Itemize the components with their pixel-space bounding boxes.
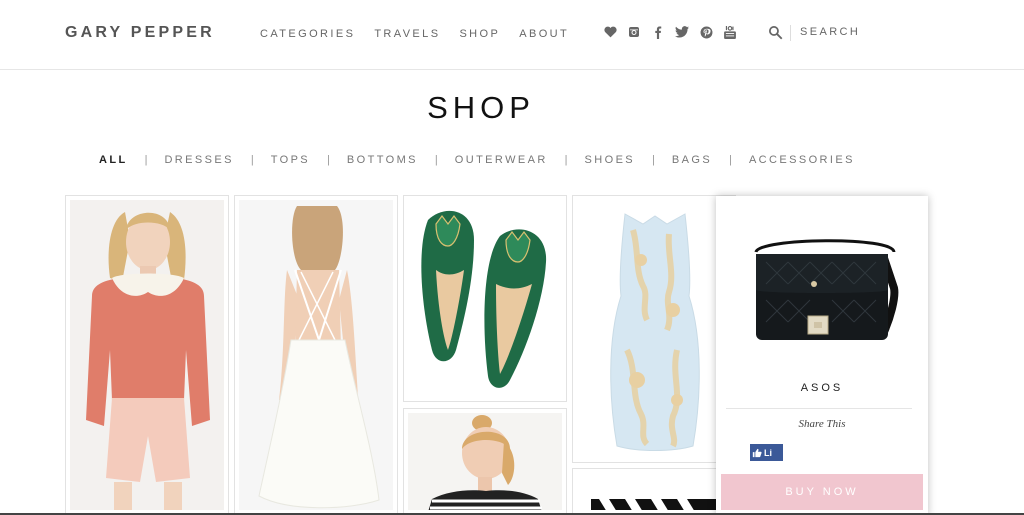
filter-all[interactable]: ALL bbox=[99, 154, 128, 166]
filter-separator: | bbox=[729, 154, 732, 166]
product-popup[interactable]: ASOS Share This Li BUY NOW bbox=[716, 196, 928, 515]
filter-shoes[interactable]: SHOES bbox=[585, 154, 636, 166]
nav-categories[interactable]: CATEGORIES bbox=[260, 28, 355, 40]
divider bbox=[726, 408, 912, 409]
social-icons bbox=[603, 25, 747, 39]
heart-icon[interactable] bbox=[603, 25, 617, 39]
filter-outerwear[interactable]: OUTERWEAR bbox=[455, 154, 548, 166]
nav-shop[interactable]: SHOP bbox=[459, 28, 500, 40]
product-card[interactable] bbox=[234, 195, 398, 515]
product-image-white-dress[interactable] bbox=[239, 200, 393, 510]
search-input[interactable] bbox=[800, 26, 920, 38]
twitter-icon[interactable] bbox=[675, 25, 689, 39]
filter-separator: | bbox=[144, 154, 148, 166]
search-divider bbox=[790, 25, 791, 41]
filter-separator: | bbox=[564, 154, 568, 166]
product-image-coral-blouse[interactable] bbox=[70, 200, 224, 510]
product-brand[interactable]: ASOS bbox=[716, 382, 928, 394]
product-card[interactable] bbox=[65, 195, 229, 515]
filter-dresses[interactable]: DRESSES bbox=[164, 154, 233, 166]
main-nav: CATEGORIES TRAVELS SHOP ABOUT bbox=[260, 28, 588, 40]
buy-now-button[interactable]: BUY NOW bbox=[721, 474, 923, 510]
product-image-quilted-bag[interactable] bbox=[744, 228, 904, 348]
facebook-like-button[interactable]: Li bbox=[750, 444, 783, 461]
youtube-icon[interactable] bbox=[723, 25, 737, 39]
search-icon[interactable] bbox=[768, 25, 784, 41]
product-image-floral-dress[interactable] bbox=[577, 200, 731, 458]
nav-travels[interactable]: TRAVELS bbox=[374, 28, 440, 40]
page-title: SHOP bbox=[427, 90, 535, 125]
share-label: Share This bbox=[798, 418, 846, 430]
facebook-icon[interactable] bbox=[651, 25, 665, 39]
instagram-icon[interactable] bbox=[627, 25, 641, 39]
product-card[interactable] bbox=[403, 408, 567, 515]
filter-separator: | bbox=[652, 154, 655, 166]
filter-accessories[interactable]: ACCESSORIES bbox=[749, 154, 855, 166]
nav-about[interactable]: ABOUT bbox=[519, 28, 569, 40]
thumbs-up-icon bbox=[752, 448, 762, 457]
product-card[interactable] bbox=[572, 468, 736, 515]
product-card[interactable] bbox=[403, 195, 567, 402]
category-filters: ALL | DRESSES | TOPS | BOTTOMS | OUTERWE… bbox=[99, 154, 855, 166]
filter-bottoms[interactable]: BOTTOMS bbox=[347, 154, 418, 166]
filter-separator: | bbox=[327, 154, 330, 166]
pinterest-icon[interactable] bbox=[699, 25, 713, 39]
filter-separator: | bbox=[434, 154, 438, 166]
filter-tops[interactable]: TOPS bbox=[271, 154, 310, 166]
site-header: GARY PEPPER CATEGORIES TRAVELS SHOP ABOU… bbox=[0, 0, 1024, 70]
filter-bags[interactable]: BAGS bbox=[672, 154, 712, 166]
product-card[interactable] bbox=[572, 195, 736, 463]
product-image-striped-top[interactable] bbox=[408, 413, 562, 510]
product-image-clapperboard[interactable] bbox=[577, 473, 731, 510]
product-image-green-slippers[interactable] bbox=[408, 200, 562, 397]
filter-separator: | bbox=[250, 154, 254, 166]
site-logo[interactable]: GARY PEPPER bbox=[65, 24, 215, 42]
facebook-like-label: Li bbox=[764, 447, 772, 458]
